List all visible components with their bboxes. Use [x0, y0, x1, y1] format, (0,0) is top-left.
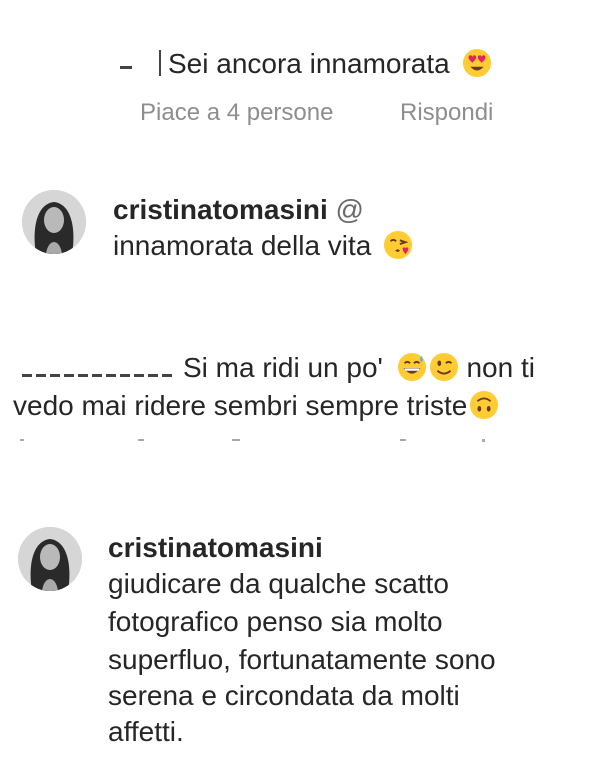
winking-face-icon [429, 352, 458, 382]
comment-2-meta-cropped [0, 437, 598, 443]
reply-1-header: cristinatomasini @ [113, 192, 364, 228]
face-blowing-a-kiss-icon [384, 230, 413, 260]
comment-2-line-2: vedo mai ridere sembri sempre triste [13, 388, 499, 424]
avatar-photo-icon [22, 190, 86, 254]
avatar[interactable] [22, 190, 86, 254]
reply-2-username[interactable]: cristinatomasini [108, 530, 323, 566]
comment-1-text-row: Sei ancora innamorata [168, 46, 492, 82]
reply-1-username[interactable]: cristinatomasini [113, 194, 328, 225]
redacted-username-fragment [120, 66, 132, 69]
reply-2-line-3: superfluo, fortunatamente sono [108, 644, 496, 675]
avatar-photo-icon [18, 527, 82, 591]
comment-2-text-1b: non ti [466, 352, 535, 383]
reply-1-mention[interactable]: @ [336, 194, 364, 225]
reply-2-line-5: affetti. [108, 716, 184, 747]
avatar[interactable] [18, 527, 82, 591]
comment-2-text-2: vedo mai ridere sembri sempre triste [13, 390, 468, 421]
redacted-username-fragment [22, 374, 172, 377]
comment-1-text: Sei ancora innamorata [168, 48, 450, 79]
comment-2-line-1: Si ma ridi un po' non ti [183, 350, 535, 386]
reply-2-line-4: serena e circondata da molti [108, 680, 460, 711]
redacted-username-bar [159, 50, 161, 76]
grinning-face-with-sweat-icon [397, 352, 426, 382]
smiling-face-with-heart-eyes-icon [462, 48, 491, 78]
comment-1-reply-button[interactable]: Rispondi [400, 98, 493, 128]
comment-2-text-1: Si ma ridi un po' [183, 352, 383, 383]
comment-1-likes[interactable]: Piace a 4 persone [140, 98, 333, 128]
reply-1-text-row: innamorata della vita [113, 228, 413, 264]
reply-2-line-1: giudicare da qualche scatto [108, 568, 449, 599]
reply-1-text: innamorata della vita [113, 230, 372, 261]
upside-down-face-icon [470, 390, 499, 420]
reply-2-line-2: fotografico penso sia molto [108, 606, 443, 637]
